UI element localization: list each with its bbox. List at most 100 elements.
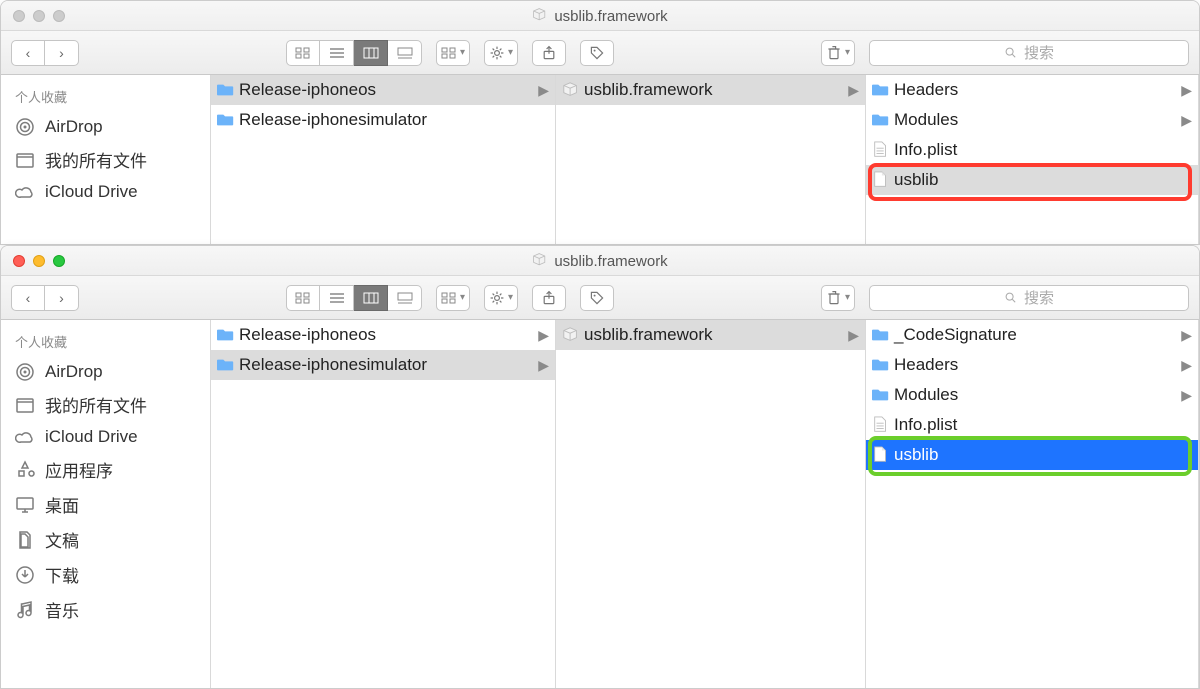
file-row[interactable]: usblib.framework▶ — [556, 320, 865, 350]
view-icon-button[interactable] — [286, 40, 320, 66]
docs-icon — [15, 530, 35, 550]
airdrop-icon — [15, 362, 35, 382]
search-field[interactable]: 搜索 — [869, 40, 1189, 66]
view-gallery-button[interactable] — [388, 285, 422, 311]
view-gallery-button[interactable] — [388, 40, 422, 66]
sidebar-item[interactable]: 桌面 — [1, 487, 210, 522]
file-row[interactable]: Info.plist — [866, 135, 1198, 165]
sidebar-item-label: AirDrop — [45, 117, 103, 137]
sidebar-item[interactable]: iCloud Drive — [1, 422, 210, 452]
sidebar-item-label: 下载 — [45, 562, 79, 587]
sidebar-item[interactable]: 我的所有文件 — [1, 142, 210, 177]
column-3[interactable]: _CodeSignature▶Headers▶Modules▶ Info.plis… — [866, 320, 1199, 688]
titlebar[interactable]: usblib.framework — [1, 1, 1199, 31]
file-label: Headers — [894, 80, 958, 100]
tags-button[interactable] — [580, 285, 614, 311]
action-button[interactable]: ▾ — [484, 40, 518, 66]
minimize-button[interactable] — [33, 255, 45, 267]
view-list-button[interactable] — [320, 40, 354, 66]
file-row[interactable]: Release-iphonesimulator▶ — [211, 350, 555, 380]
file-label: Modules — [894, 110, 958, 130]
view-column-button[interactable] — [354, 285, 388, 311]
file-row[interactable]: Modules ▶ — [866, 105, 1198, 135]
file-label: usblib.framework — [584, 80, 713, 100]
sidebar-header: 个人收藏 — [1, 83, 210, 112]
file-label: _CodeSignature — [894, 325, 1017, 345]
sidebar-item-label: 文稿 — [45, 527, 79, 552]
column-2[interactable]: usblib.framework▶ — [556, 320, 866, 688]
plist-icon — [872, 416, 890, 434]
file-label: Info.plist — [894, 415, 957, 435]
chevron-right-icon: ▶ — [1181, 112, 1192, 129]
trash-button[interactable]: ▾ — [821, 285, 855, 311]
close-button[interactable] — [13, 10, 25, 22]
file-label: Release-iphonesimulator — [239, 110, 427, 130]
file-row[interactable]: Headers▶ — [866, 350, 1198, 380]
back-button[interactable]: ‹ — [11, 285, 45, 311]
file-row[interactable]: usblib — [866, 165, 1198, 195]
file-row[interactable]: Headers▶ — [866, 75, 1198, 105]
file-row[interactable]: Info.plist — [866, 410, 1198, 440]
file-label: Info.plist — [894, 140, 957, 160]
zoom-button[interactable] — [53, 10, 65, 22]
column-1[interactable]: ▶Release-iphoneos▶Release-iphonesimulato… — [211, 320, 556, 688]
sidebar-item-label: 我的所有文件 — [45, 392, 147, 417]
column-browser: ▶ Release-iphoneos▶ Release-iphonesimulato… — [211, 75, 1199, 244]
sidebar: 个人收藏 AirDrop 我的所有文件 iCloud Drive 应用程序桌面文稿下载… — [1, 320, 211, 688]
folder-icon — [217, 356, 235, 374]
zoom-button[interactable] — [53, 255, 65, 267]
arrange-button[interactable]: ▾ — [436, 40, 470, 66]
column-3[interactable]: Headers▶ Modules ▶ Info.plist usblib — [866, 75, 1199, 244]
folder-icon — [872, 81, 890, 99]
file-label: Release-iphoneos — [239, 325, 376, 345]
back-button[interactable]: ‹ — [11, 40, 45, 66]
column-1[interactable]: ▶Release-iphoneos▶Release-iphonesimulato… — [211, 75, 556, 244]
forward-button[interactable]: › — [45, 40, 79, 66]
forward-button[interactable]: › — [45, 285, 79, 311]
sidebar-item[interactable]: 下载 — [1, 557, 210, 592]
file-row[interactable]: Release-iphoneos▶ — [211, 75, 555, 105]
close-button[interactable] — [13, 255, 25, 267]
folder-user-icon — [15, 150, 35, 170]
arrange-button[interactable]: ▾ — [436, 285, 470, 311]
file-row[interactable]: usblib — [866, 440, 1198, 470]
sidebar-item-label: 应用程序 — [45, 457, 113, 482]
file-row[interactable]: Release-iphoneos▶ — [211, 320, 555, 350]
view-icon-button[interactable] — [286, 285, 320, 311]
share-button[interactable] — [532, 40, 566, 66]
sidebar-item-label: iCloud Drive — [45, 182, 138, 202]
sidebar-header: 个人收藏 — [1, 328, 210, 357]
sidebar-item[interactable]: 文稿 — [1, 522, 210, 557]
trash-button[interactable]: ▾ — [821, 40, 855, 66]
file-row[interactable]: Release-iphonesimulator — [211, 105, 555, 135]
sidebar-item[interactable]: AirDrop — [1, 112, 210, 142]
download-icon — [15, 565, 35, 585]
sidebar: 个人收藏 AirDrop 我的所有文件 iCloud Drive — [1, 75, 211, 244]
tags-button[interactable] — [580, 40, 614, 66]
desktop-icon — [15, 495, 35, 515]
toolbar: ‹ › ▾ ▾ ▾ 搜索 — [1, 31, 1199, 75]
file-row[interactable]: _CodeSignature▶ — [866, 320, 1198, 350]
action-button[interactable]: ▾ — [484, 285, 518, 311]
search-icon — [1004, 46, 1018, 60]
file-label: usblib — [894, 445, 938, 465]
sidebar-item[interactable]: AirDrop — [1, 357, 210, 387]
search-field[interactable]: 搜索 — [869, 285, 1189, 311]
sidebar-item-label: 音乐 — [45, 597, 79, 622]
view-column-button[interactable] — [354, 40, 388, 66]
sidebar-item[interactable]: iCloud Drive — [1, 177, 210, 207]
view-list-button[interactable] — [320, 285, 354, 311]
sidebar-item[interactable]: 我的所有文件 — [1, 387, 210, 422]
search-icon — [1004, 291, 1018, 305]
sidebar-item[interactable]: 应用程序 — [1, 452, 210, 487]
column-2[interactable]: usblib.framework▶ — [556, 75, 866, 244]
file-icon — [872, 171, 890, 189]
titlebar[interactable]: usblib.framework — [1, 246, 1199, 276]
file-row[interactable]: Modules▶ — [866, 380, 1198, 410]
minimize-button[interactable] — [33, 10, 45, 22]
share-button[interactable] — [532, 285, 566, 311]
file-label: Release-iphonesimulator — [239, 355, 427, 375]
file-row[interactable]: usblib.framework▶ — [556, 75, 865, 105]
folder-user-icon — [15, 395, 35, 415]
sidebar-item[interactable]: 音乐 — [1, 592, 210, 627]
